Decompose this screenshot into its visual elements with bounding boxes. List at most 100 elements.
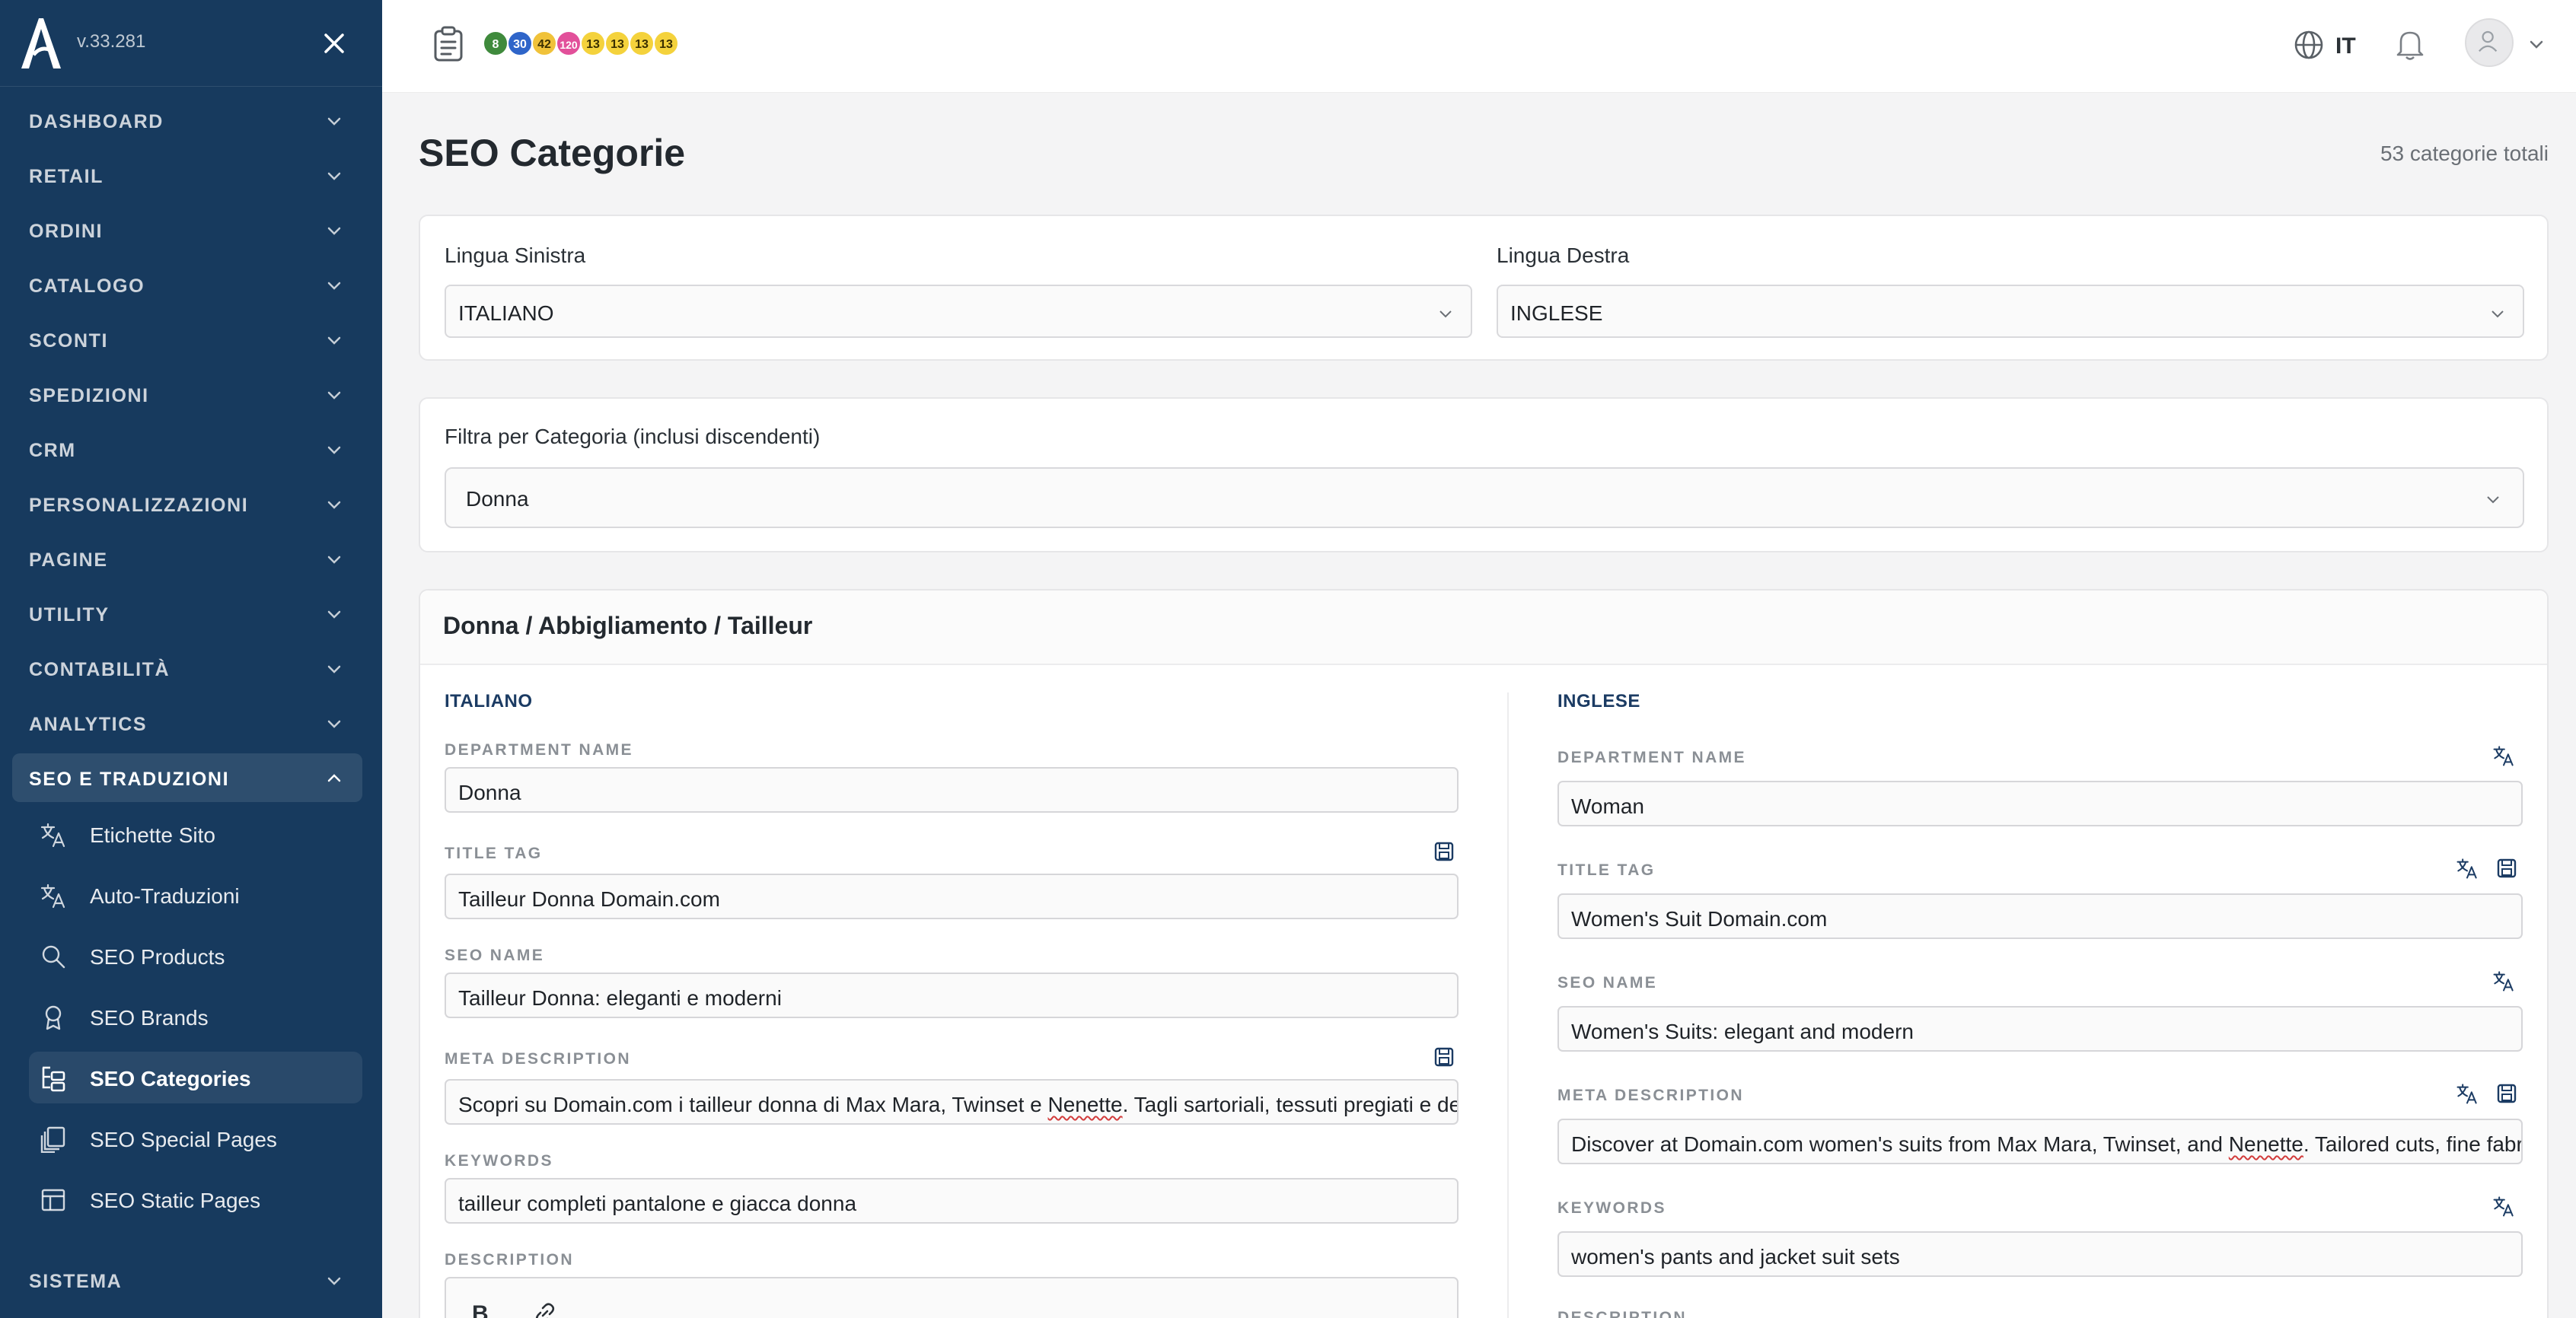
chevron-down-icon — [327, 172, 341, 180]
status-badge[interactable]: 13 — [629, 30, 655, 56]
department-name-label: DEPARTMENT NAME — [1557, 749, 1746, 766]
title-tag-input-it[interactable]: Tailleur Donna Domain.com — [445, 874, 1459, 919]
nav-personalizzazioni[interactable]: PERSONALIZZAZIONI — [12, 479, 362, 528]
department-name-input-en[interactable]: Woman — [1557, 781, 2523, 826]
nav-sconti[interactable]: SCONTI — [12, 315, 362, 364]
translate-icon[interactable] — [2456, 857, 2479, 880]
sidebar-item-seo-special-pages[interactable]: SEO Special Pages — [29, 1113, 362, 1164]
meta-description-label: META DESCRIPTION — [1557, 1087, 1744, 1104]
nav-seo-traduzioni[interactable]: SEO E TRADUZIONI — [12, 753, 362, 802]
award-icon — [45, 1005, 62, 1030]
meta-text-a: Discover at Domain.com women's suits fro… — [1571, 1132, 2229, 1156]
app-logo[interactable] — [18, 15, 64, 70]
nav-crm[interactable]: CRM — [12, 425, 362, 473]
user-icon — [2479, 30, 2498, 53]
chevron-down-icon — [327, 720, 341, 728]
translate-icon[interactable] — [2456, 1082, 2479, 1105]
filter-label: Filtra per Categoria (inclusi discendent… — [445, 425, 821, 448]
department-name-label: DEPARTMENT NAME — [445, 741, 633, 759]
sidebar-item-auto-traduzioni[interactable]: Auto-Traduzioni — [29, 869, 362, 921]
description-editor-it[interactable]: B — [445, 1277, 1459, 1318]
seo-name-input-en[interactable]: Women's Suits: elegant and modern — [1557, 1006, 2523, 1052]
right-column-heading: INGLESE — [1557, 691, 1640, 712]
sidebar-item-etichette-sito[interactable]: Etichette Sito — [29, 808, 362, 860]
status-badge[interactable]: 30 — [507, 30, 533, 56]
chevron-down-icon — [327, 556, 341, 564]
nav-analytics[interactable]: ANALYTICS — [12, 699, 362, 747]
category-filter-select[interactable]: Donna — [445, 467, 2524, 528]
description-label: DESCRIPTION — [1557, 1309, 1687, 1318]
topbar: 8 30 42 120 13 13 13 13 IT — [382, 0, 2576, 93]
right-language-select[interactable]: INGLESE — [1497, 285, 2524, 338]
language-switcher[interactable]: IT — [2293, 27, 2369, 62]
select-value: ITALIANO — [458, 301, 554, 325]
close-icon[interactable] — [320, 29, 349, 58]
translate-icon[interactable] — [2492, 969, 2515, 992]
input-value: Tailleur Donna Domain.com — [458, 887, 720, 911]
nav-retail[interactable]: RETAIL — [12, 151, 362, 199]
nav-spedizioni[interactable]: SPEDIZIONI — [12, 370, 362, 419]
link-icon[interactable] — [533, 1301, 557, 1318]
sidebar-item-label: SEO Products — [90, 945, 225, 969]
nav-utility[interactable]: UTILITY — [12, 589, 362, 638]
status-badge[interactable]: 42 — [531, 30, 557, 56]
seo-name-input-it[interactable]: Tailleur Donna: eleganti e moderni — [445, 973, 1459, 1018]
keywords-input-en[interactable]: women's pants and jacket suit sets — [1557, 1231, 2523, 1277]
description-label: DESCRIPTION — [445, 1251, 574, 1269]
sidebar-item-seo-brands[interactable]: SEO Brands — [29, 991, 362, 1043]
total-count: 53 categorie totali — [2380, 142, 2549, 165]
nav-label: SPEDIZIONI — [29, 385, 149, 406]
bell-icon[interactable] — [2395, 27, 2425, 61]
input-value: Donna — [458, 781, 521, 804]
save-icon[interactable] — [1433, 1046, 1455, 1068]
nav-sistema[interactable]: SISTEMA — [12, 1256, 362, 1304]
avatar[interactable] — [2465, 18, 2514, 67]
title-tag-input-en[interactable]: Women's Suit Domain.com — [1557, 893, 2523, 939]
sidebar-header: v.33.281 — [0, 0, 382, 87]
chevron-down-icon — [327, 227, 341, 235]
nav-contabilita[interactable]: CONTABILITÀ — [12, 644, 362, 692]
save-icon[interactable] — [2495, 1082, 2518, 1105]
left-language-select[interactable]: ITALIANO — [445, 285, 1472, 338]
clipboard-icon[interactable] — [432, 26, 464, 62]
translate-icon[interactable] — [2492, 744, 2515, 767]
chevron-down-icon — [327, 610, 341, 619]
select-value: Donna — [466, 487, 529, 511]
input-value: women's pants and jacket suit sets — [1571, 1245, 1900, 1269]
meta-description-input-en[interactable]: Discover at Domain.com women's suits fro… — [1557, 1119, 2523, 1164]
sidebar-item-seo-products[interactable]: SEO Products — [29, 930, 362, 982]
language-card: Lingua Sinistra ITALIANO Lingua Destra I… — [419, 215, 2549, 361]
nav-ordini[interactable]: ORDINI — [12, 205, 362, 254]
language-code: IT — [2335, 33, 2356, 59]
sidebar-item-label: SEO Brands — [90, 1006, 209, 1030]
input-value: Tailleur Donna: eleganti e moderni — [458, 986, 782, 1010]
status-badge[interactable]: 13 — [653, 30, 679, 56]
chevron-down-icon[interactable] — [2527, 35, 2546, 53]
status-badge[interactable]: 120 — [556, 30, 582, 56]
tree-icon — [42, 1066, 65, 1092]
status-badge[interactable]: 13 — [604, 30, 630, 56]
meta-text-c: . Tailored cuts, fine fabri — [2303, 1132, 2523, 1156]
translate-icon[interactable] — [2492, 1195, 2515, 1218]
status-badge[interactable]: 13 — [580, 30, 606, 56]
sidebar-item-seo-categories[interactable]: SEO Categories — [29, 1052, 362, 1103]
input-value: Woman — [1571, 794, 1644, 818]
sidebar-item-label: Auto-Traduzioni — [90, 884, 240, 908]
meta-description-input-it[interactable]: Scopri su Domain.com i tailleur donna di… — [445, 1079, 1459, 1125]
nav-label: CRM — [29, 440, 76, 461]
keywords-input-it[interactable]: tailleur completi pantalone e giacca don… — [445, 1178, 1459, 1224]
seo-name-label: SEO NAME — [1557, 974, 1658, 992]
bold-icon[interactable]: B — [472, 1301, 489, 1318]
nav-pagine[interactable]: PAGINE — [12, 534, 362, 583]
department-name-input-it[interactable]: Donna — [445, 767, 1459, 813]
column-divider — [1507, 692, 1509, 1318]
chevron-down-icon — [327, 501, 341, 509]
sidebar-item-seo-static-pages[interactable]: SEO Static Pages — [29, 1173, 362, 1225]
translate-icon — [40, 823, 65, 848]
status-badge[interactable]: 8 — [483, 30, 509, 56]
keywords-label: KEYWORDS — [1557, 1199, 1666, 1217]
nav-dashboard[interactable]: DASHBOARD — [12, 96, 362, 145]
nav-catalogo[interactable]: CATALOGO — [12, 260, 362, 309]
save-icon[interactable] — [1433, 840, 1455, 863]
save-icon[interactable] — [2495, 857, 2518, 880]
